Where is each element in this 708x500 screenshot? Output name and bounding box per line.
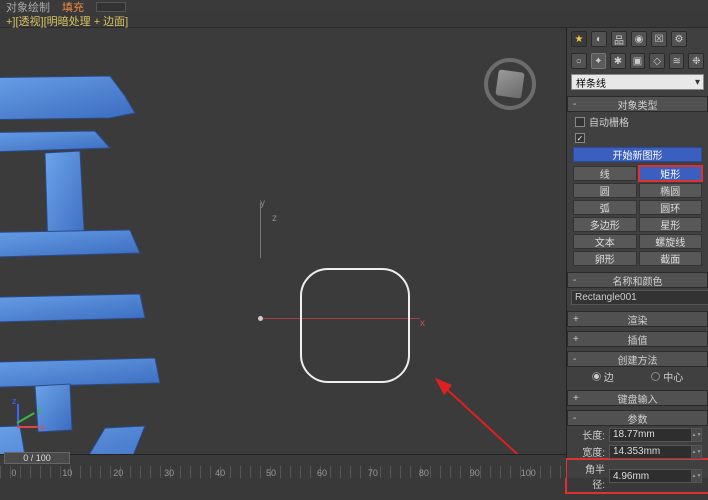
timeline[interactable]: 0 / 100 0 10 20 30 40 50 60 70 80 90 100 — [0, 454, 566, 478]
shapes-icon[interactable]: ✦ — [591, 53, 607, 69]
lights-icon[interactable]: ✱ — [610, 53, 626, 69]
spacewarps-icon[interactable]: ≋ — [669, 53, 685, 69]
time-slider[interactable]: 0 / 100 — [4, 452, 70, 464]
helix-button[interactable]: 螺旋线 — [639, 234, 703, 249]
rollout-creation-method[interactable]: -创建方法 — [567, 351, 708, 367]
text-button[interactable]: 文本 — [573, 234, 637, 249]
rollout-parameters[interactable]: -参数 — [567, 410, 708, 426]
rectangle-spline[interactable] — [300, 268, 410, 383]
rollout-name-color[interactable]: -名称和颜色 — [567, 272, 708, 288]
start-new-shape-button[interactable]: 开始新图形 — [573, 147, 702, 162]
geometry-icon[interactable]: ○ — [571, 53, 587, 69]
viewport[interactable]: y z x z y x 0 / 100 0 10 20 30 40 50 60 — [0, 28, 566, 478]
time-ruler[interactable]: 0 10 20 30 40 50 60 70 80 90 100 — [0, 466, 566, 478]
rollout-interpolation[interactable]: +插值 — [567, 331, 708, 347]
motion-tab-icon[interactable]: ◉ — [631, 31, 647, 47]
world-axis-tripod: z y x — [12, 398, 52, 438]
viewport-caption[interactable]: +][透视][明暗处理 + 边面] — [6, 13, 128, 29]
rectangle-button[interactable]: 矩形 — [639, 166, 703, 181]
utilities-tab-icon[interactable]: ⚙ — [671, 31, 687, 47]
object-name-input[interactable] — [571, 290, 708, 305]
modify-tab-icon[interactable]: ◐ — [591, 31, 607, 47]
autogrid-label: 自动栅格 — [589, 114, 629, 129]
arc-button[interactable]: 弧 — [573, 200, 637, 215]
width-label: 宽度: — [573, 444, 605, 459]
axis-z-label: z — [272, 213, 277, 224]
edge-radio[interactable] — [592, 372, 601, 381]
length-spinner[interactable]: 18.77mm▲▼ — [609, 428, 702, 442]
cameras-icon[interactable]: ▣ — [630, 53, 646, 69]
rollout-keyboard-entry[interactable]: +键盘输入 — [567, 390, 708, 406]
center-radio[interactable] — [651, 372, 660, 381]
create-tab-icon[interactable]: ★ — [571, 31, 587, 47]
star-button[interactable]: 星形 — [639, 217, 703, 232]
width-spinner[interactable]: 14.353mm▲▼ — [609, 445, 702, 459]
egg-button[interactable]: 卵形 — [573, 251, 637, 266]
axis-y-label: y — [260, 198, 265, 209]
start-new-checkbox[interactable]: ✓ — [575, 133, 585, 143]
viewcube[interactable] — [484, 58, 536, 110]
hierarchy-tab-icon[interactable]: 品 — [611, 31, 627, 47]
systems-icon[interactable]: ❉ — [688, 53, 704, 69]
line-button[interactable]: 线 — [573, 166, 637, 181]
autogrid-checkbox[interactable] — [575, 117, 585, 127]
corner-radius-spinner[interactable]: 4.96mm▲▼ — [609, 469, 702, 483]
rollout-object-type[interactable]: -对象类型 — [567, 96, 708, 112]
helpers-icon[interactable]: ◇ — [649, 53, 665, 69]
ngon-button[interactable]: 多边形 — [573, 217, 637, 232]
section-button[interactable]: 截面 — [639, 251, 703, 266]
command-panel: ★ ◐ 品 ◉ ☒ ⚙ ○ ✦ ✱ ▣ ◇ ≋ ❉ 样条线 -对象类型 自动栅格… — [566, 28, 708, 478]
ellipse-button[interactable]: 椭圆 — [639, 183, 703, 198]
circle-button[interactable]: 圆 — [573, 183, 637, 198]
rollout-render[interactable]: +渲染 — [567, 311, 708, 327]
donut-button[interactable]: 圆环 — [639, 200, 703, 215]
fill-swatch[interactable] — [96, 2, 126, 12]
category-dropdown[interactable]: 样条线 — [571, 74, 704, 90]
corner-radius-label: 角半径: — [573, 461, 605, 491]
length-label: 长度: — [573, 427, 605, 442]
axis-x-label: x — [420, 318, 425, 329]
display-tab-icon[interactable]: ☒ — [651, 31, 667, 47]
